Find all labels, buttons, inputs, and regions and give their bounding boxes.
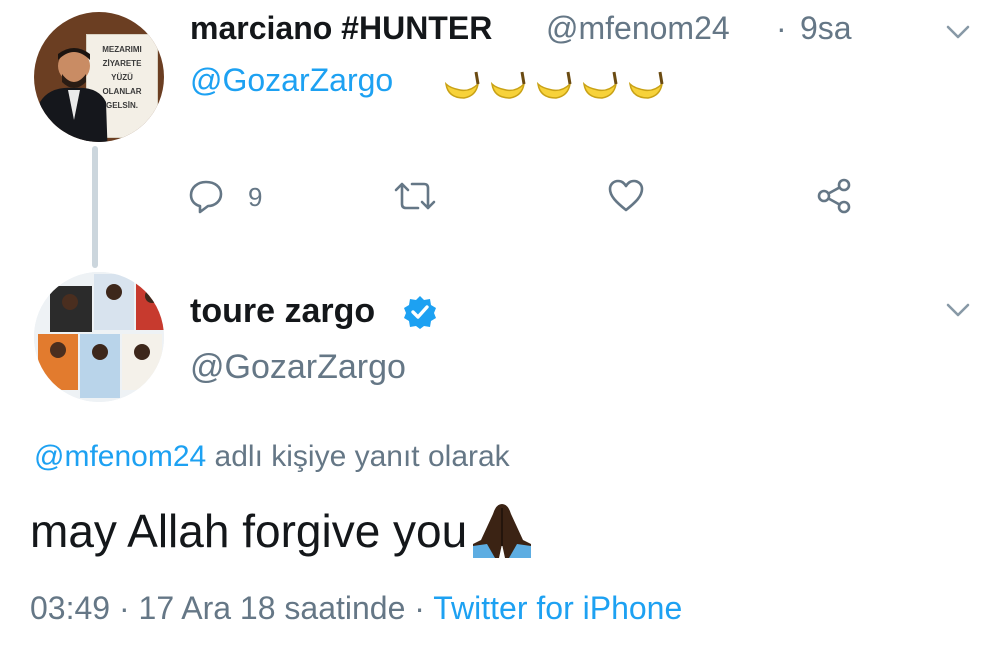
banana-emoji xyxy=(444,71,480,99)
tweet-text: may Allah forgive you xyxy=(30,505,468,557)
tweet-time: 03:49 xyxy=(30,590,111,626)
separator: · xyxy=(405,590,434,626)
banana-emoji xyxy=(490,71,526,99)
avatar[interactable]: MEZARIMI ZİYARETE YÜZÜ OLANLAR GELSİN. xyxy=(34,12,164,142)
tweet-body: may Allah forgive you xyxy=(30,504,535,558)
banana-emoji xyxy=(628,71,664,99)
separator: · xyxy=(776,10,787,46)
author-handle[interactable]: @mfenom24 xyxy=(546,10,730,47)
replying-to-text: adlı kişiye yanıt olarak xyxy=(206,440,510,473)
tweet-time[interactable]: 9sa xyxy=(800,10,852,47)
reply-count: 9 xyxy=(248,182,263,212)
tweet-date: 17 Ara 18 saatinde xyxy=(138,590,406,626)
chevron-down-icon[interactable] xyxy=(944,22,972,42)
heart-icon[interactable] xyxy=(608,178,644,214)
replying-to-mention[interactable]: @mfenom24 xyxy=(34,440,206,473)
retweet-icon[interactable] xyxy=(392,178,438,214)
replying-to-line: @mfenom24 adlı kişiye yanıt olarak xyxy=(34,440,510,474)
verified-badge-icon xyxy=(404,296,436,329)
separator: · xyxy=(110,590,139,626)
author-name[interactable]: toure zargo xyxy=(190,292,375,331)
avatar-collage xyxy=(34,272,164,402)
banana-emoji xyxy=(582,71,618,99)
share-icon[interactable] xyxy=(816,178,852,214)
reply-icon[interactable] xyxy=(188,178,224,214)
folded-hands-emoji xyxy=(473,504,532,558)
avatar-person xyxy=(37,48,108,142)
banana-emoji-row xyxy=(440,62,666,104)
banana-emoji xyxy=(536,71,572,99)
author-handle[interactable]: @GozarZargo xyxy=(190,348,406,387)
mention-link[interactable]: @GozarZargo xyxy=(190,62,393,99)
tweet-source-link[interactable]: Twitter for iPhone xyxy=(433,590,682,626)
author-name[interactable]: marciano #HUNTER xyxy=(190,10,492,47)
tweet-meta: 03:49 · 17 Ara 18 saatinde · Twitter for… xyxy=(30,590,682,627)
thread-connector-line xyxy=(92,146,98,268)
avatar[interactable] xyxy=(34,272,164,402)
chevron-down-icon[interactable] xyxy=(944,300,972,320)
